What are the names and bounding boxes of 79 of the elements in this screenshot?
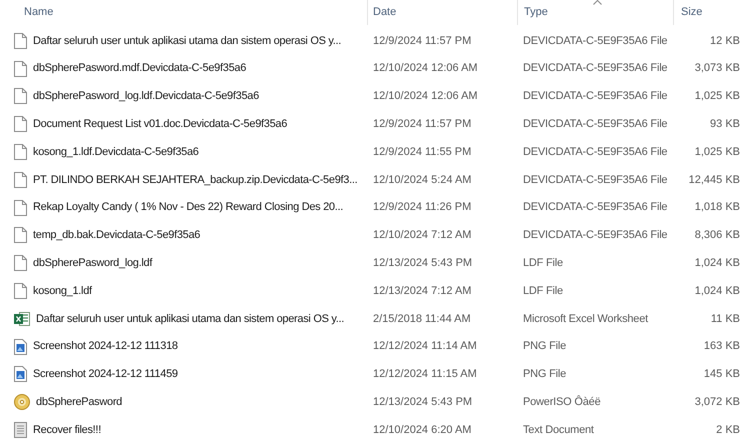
size-cell-text: 12 KB bbox=[710, 34, 740, 49]
date-cell-text: 12/10/2024 6:20 AM bbox=[373, 422, 472, 438]
date-cell-text: 12/9/2024 11:57 PM bbox=[373, 117, 472, 132]
type-cell-text: Text Document bbox=[523, 422, 594, 438]
date-cell-text: 2/15/2018 11:44 AM bbox=[373, 312, 471, 327]
size-cell-text: 3,072 KB bbox=[694, 395, 740, 410]
date-cell-text: 12/13/2024 5:43 PM bbox=[373, 395, 472, 410]
date-cell-text: 12/12/2024 11:14 AM bbox=[373, 339, 477, 354]
type-cell-text: Microsoft Excel Worksheet bbox=[523, 312, 648, 327]
document-icon bbox=[14, 88, 27, 104]
file-name[interactable]: temp_db.bak.Devicdata-C-5e9f35a6 bbox=[33, 227, 200, 244]
file-name[interactable]: Rekap Loyalty Candy ( 1% Nov - Des 22) Reward Closing Des 20... bbox=[33, 199, 344, 216]
file-name[interactable]: Document Request List v01.doc.Devicdata-C-5e9f35a6 bbox=[33, 116, 288, 133]
document-icon bbox=[14, 227, 27, 244]
type-cell-text: PNG File bbox=[523, 339, 566, 354]
size-cell-text: 1,025 KB bbox=[694, 144, 740, 160]
file-name[interactable]: PT. DILINDO BERKAH SEJAHTERA_backup.zip.Devicdata-C-5e9f3... bbox=[33, 172, 358, 188]
document-icon bbox=[14, 144, 27, 160]
file-name[interactable]: dbSpherePasword_log.ldf bbox=[33, 255, 152, 272]
size-cell-text: 163 KB bbox=[704, 339, 740, 354]
size-cell-text: 1,018 KB bbox=[694, 200, 740, 216]
size-cell-text: 1,024 KB bbox=[694, 256, 740, 272]
spreadsheet-icon bbox=[14, 310, 30, 327]
column-header[interactable]: Date bbox=[368, 0, 517, 25]
file-name[interactable]: Screenshot 2024-12-12 111459 bbox=[33, 366, 178, 383]
file-name[interactable]: Daftar seluruh user untuk aplikasi utama dan sistem operasi OS y... bbox=[33, 32, 342, 50]
text-file-icon bbox=[14, 422, 27, 438]
size-cell-text: 145 KB bbox=[704, 367, 740, 382]
date-cell-text: 12/9/2024 11:26 PM bbox=[373, 200, 472, 216]
column-header[interactable]: Name bbox=[0, 0, 367, 25]
type-cell-text: DEVICDATA-C-5E9F35A6 File bbox=[523, 89, 668, 104]
type-cell-text: DEVICDATA-C-5E9F35A6 File bbox=[523, 144, 668, 160]
document-icon bbox=[14, 116, 27, 132]
document-icon bbox=[14, 32, 27, 49]
type-cell-text: LDF File bbox=[523, 256, 563, 272]
type-cell-text: DEVICDATA-C-5E9F35A6 File bbox=[523, 228, 668, 244]
disc-icon bbox=[14, 394, 30, 410]
type-cell-text: PowerISO Ôàéë bbox=[523, 394, 600, 410]
date-cell-text: 12/13/2024 7:12 AM bbox=[373, 284, 472, 299]
date-cell-text: 12/10/2024 12:06 AM bbox=[373, 89, 478, 104]
file-name[interactable]: kosong_1.ldf.Devicdata-C-5e9f35a6 bbox=[33, 144, 199, 160]
type-cell-text: DEVICDATA-C-5E9F35A6 File bbox=[523, 61, 668, 76]
date-cell-text: 12/10/2024 12:06 AM bbox=[373, 61, 478, 76]
date-cell-text: 12/9/2024 11:57 PM bbox=[373, 34, 472, 49]
size-cell-text: 2 KB bbox=[716, 422, 740, 438]
file-name[interactable]: kosong_1.ldf bbox=[33, 282, 92, 300]
document-icon bbox=[14, 255, 27, 272]
size-cell-text: 12,445 KB bbox=[688, 172, 740, 188]
type-cell-text: PNG File bbox=[523, 367, 566, 382]
document-icon bbox=[14, 60, 27, 77]
type-cell-text: DEVICDATA-C-5E9F35A6 File bbox=[523, 172, 668, 188]
file-name[interactable]: dbSpherePasword bbox=[36, 394, 122, 410]
date-cell-text: 12/9/2024 11:55 PM bbox=[373, 144, 472, 160]
size-cell-text: 93 KB bbox=[710, 117, 740, 132]
date-cell-text: 12/10/2024 5:24 AM bbox=[373, 172, 472, 188]
file-name[interactable]: Recover files!!! bbox=[33, 422, 101, 438]
column-header[interactable]: Size bbox=[674, 0, 750, 25]
size-cell-text: 8,306 KB bbox=[694, 228, 740, 244]
file-name[interactable]: Screenshot 2024-12-12 111318 bbox=[33, 338, 178, 355]
document-icon bbox=[14, 200, 27, 216]
date-cell-text: 12/12/2024 11:15 AM bbox=[373, 367, 477, 382]
column-header[interactable]: Type bbox=[518, 0, 673, 25]
type-cell-text: LDF File bbox=[523, 284, 563, 299]
size-cell-text: 1,024 KB bbox=[694, 284, 740, 299]
date-cell-text: 12/13/2024 5:43 PM bbox=[373, 256, 472, 272]
file-name[interactable]: dbSpherePasword.mdf.Devicdata-C-5e9f35a6 bbox=[33, 60, 246, 77]
type-cell-text: DEVICDATA-C-5E9F35A6 File bbox=[523, 34, 668, 49]
file-name[interactable]: dbSpherePasword_log.ldf.Devicdata-C-5e9f35a6 bbox=[33, 88, 259, 105]
file-name[interactable]: Daftar seluruh user untuk aplikasi utama dan sistem operasi OS y... bbox=[36, 310, 344, 328]
image-file-icon bbox=[14, 338, 27, 355]
size-cell-text: 11 KB bbox=[710, 312, 740, 327]
size-cell-text: 1,025 KB bbox=[694, 89, 740, 104]
size-cell-text: 3,073 KB bbox=[694, 61, 740, 76]
document-icon bbox=[14, 283, 27, 300]
date-cell-text: 12/10/2024 7:12 AM bbox=[373, 228, 472, 244]
type-cell-text: DEVICDATA-C-5E9F35A6 File bbox=[523, 117, 668, 132]
document-icon bbox=[14, 172, 27, 188]
type-cell-text: DEVICDATA-C-5E9F35A6 File bbox=[523, 200, 668, 216]
image-file-icon bbox=[14, 366, 27, 382]
